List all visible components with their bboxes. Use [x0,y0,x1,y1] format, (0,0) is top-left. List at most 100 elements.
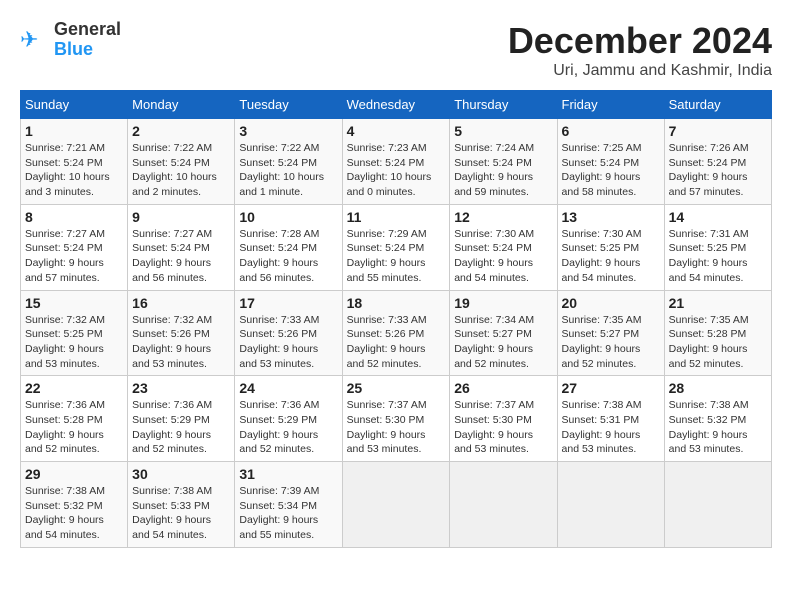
day-info: Sunrise: 7:38 AM Sunset: 5:32 PM Dayligh… [25,484,123,543]
day-cell: 23 Sunrise: 7:36 AM Sunset: 5:29 PM Dayli… [128,376,235,462]
day-cell: 3Sunrise: 7:22 AM Sunset: 5:24 PM Daylig… [235,119,342,205]
day-number: 24 [239,380,337,396]
logo: ✈ General Blue [20,20,121,60]
col-header-wednesday: Wednesday [342,91,450,119]
day-number: 23 [132,380,230,396]
day-cell [664,462,771,548]
day-number: 4 [347,123,446,139]
day-number: 15 [25,295,123,311]
day-cell: 12 Sunrise: 7:30 AM Sunset: 5:24 PM Dayli… [450,204,557,290]
day-cell: 11 Sunrise: 7:29 AM Sunset: 5:24 PM Dayli… [342,204,450,290]
day-cell: 1 Sunrise: 7:21 AM Sunset: 5:24 PM Daylig… [21,119,128,205]
day-info: Sunrise: 7:35 AM Sunset: 5:28 PM Dayligh… [669,313,767,372]
calendar-table: SundayMondayTuesdayWednesdayThursdayFrid… [20,90,772,548]
day-cell: 20 Sunrise: 7:35 AM Sunset: 5:27 PM Dayli… [557,290,664,376]
logo-line2: Blue [54,40,121,60]
day-number: 12 [454,209,552,225]
day-number: 20 [562,295,660,311]
day-number: 19 [454,295,552,311]
day-cell [342,462,450,548]
day-info: Sunrise: 7:36 AM Sunset: 5:28 PM Dayligh… [25,398,123,457]
day-number: 18 [347,295,446,311]
day-number: 17 [239,295,337,311]
col-header-saturday: Saturday [664,91,771,119]
day-info: Sunrise: 7:37 AM Sunset: 5:30 PM Dayligh… [347,398,446,457]
day-info: Sunrise: 7:35 AM Sunset: 5:27 PM Dayligh… [562,313,660,372]
day-number: 8 [25,209,123,225]
logo-line1: General [54,20,121,40]
day-number: 28 [669,380,767,396]
day-info: Sunrise: 7:34 AM Sunset: 5:27 PM Dayligh… [454,313,552,372]
day-info: Sunrise: 7:27 AM Sunset: 5:24 PM Dayligh… [132,227,230,286]
day-info: Sunrise: 7:22 AM Sunset: 5:24 PM Dayligh… [239,141,337,200]
col-header-monday: Monday [128,91,235,119]
day-number: 31 [239,466,337,482]
day-cell: 29 Sunrise: 7:38 AM Sunset: 5:32 PM Dayli… [21,462,128,548]
day-cell: 7 Sunrise: 7:26 AM Sunset: 5:24 PM Daylig… [664,119,771,205]
week-row-3: 15 Sunrise: 7:32 AM Sunset: 5:25 PM Dayli… [21,290,772,376]
page-header: ✈ General Blue December 2024 Uri, Jammu … [20,20,772,80]
week-row-2: 8 Sunrise: 7:27 AM Sunset: 5:24 PM Daylig… [21,204,772,290]
day-number: 10 [239,209,337,225]
day-info: Sunrise: 7:30 AM Sunset: 5:25 PM Dayligh… [562,227,660,286]
day-number: 21 [669,295,767,311]
day-number: 27 [562,380,660,396]
day-number: 6 [562,123,660,139]
day-info: Sunrise: 7:22 AM Sunset: 5:24 PM Dayligh… [132,141,230,200]
day-info: Sunrise: 7:38 AM Sunset: 5:33 PM Dayligh… [132,484,230,543]
col-header-friday: Friday [557,91,664,119]
day-number: 13 [562,209,660,225]
day-cell: 31 Sunrise: 7:39 AM Sunset: 5:34 PM Dayli… [235,462,342,548]
day-number: 1 [25,123,123,139]
day-cell: 2Sunrise: 7:22 AM Sunset: 5:24 PM Daylig… [128,119,235,205]
day-info: Sunrise: 7:31 AM Sunset: 5:25 PM Dayligh… [669,227,767,286]
day-cell: 27Sunrise: 7:38 AM Sunset: 5:31 PM Dayli… [557,376,664,462]
day-info: Sunrise: 7:36 AM Sunset: 5:29 PM Dayligh… [132,398,230,457]
day-cell: 9Sunrise: 7:27 AM Sunset: 5:24 PM Daylig… [128,204,235,290]
day-info: Sunrise: 7:29 AM Sunset: 5:24 PM Dayligh… [347,227,446,286]
day-cell: 21 Sunrise: 7:35 AM Sunset: 5:28 PM Dayli… [664,290,771,376]
day-number: 5 [454,123,552,139]
day-cell: 28Sunrise: 7:38 AM Sunset: 5:32 PM Dayli… [664,376,771,462]
col-header-sunday: Sunday [21,91,128,119]
day-cell: 18Sunrise: 7:33 AM Sunset: 5:26 PM Dayli… [342,290,450,376]
calendar-header: SundayMondayTuesdayWednesdayThursdayFrid… [21,91,772,119]
col-header-tuesday: Tuesday [235,91,342,119]
day-number: 11 [347,209,446,225]
day-number: 25 [347,380,446,396]
day-cell: 16 Sunrise: 7:32 AM Sunset: 5:26 PM Dayli… [128,290,235,376]
day-info: Sunrise: 7:33 AM Sunset: 5:26 PM Dayligh… [239,313,337,372]
svg-text:✈: ✈ [20,27,38,52]
day-cell: 4 Sunrise: 7:23 AM Sunset: 5:24 PM Daylig… [342,119,450,205]
day-info: Sunrise: 7:32 AM Sunset: 5:26 PM Dayligh… [132,313,230,372]
day-cell [450,462,557,548]
day-info: Sunrise: 7:37 AM Sunset: 5:30 PM Dayligh… [454,398,552,457]
week-row-1: 1 Sunrise: 7:21 AM Sunset: 5:24 PM Daylig… [21,119,772,205]
day-number: 22 [25,380,123,396]
day-cell [557,462,664,548]
day-number: 14 [669,209,767,225]
day-cell: 24 Sunrise: 7:36 AM Sunset: 5:29 PM Dayli… [235,376,342,462]
week-row-4: 22 Sunrise: 7:36 AM Sunset: 5:28 PM Dayli… [21,376,772,462]
day-number: 26 [454,380,552,396]
day-number: 16 [132,295,230,311]
day-info: Sunrise: 7:26 AM Sunset: 5:24 PM Dayligh… [669,141,767,200]
day-info: Sunrise: 7:32 AM Sunset: 5:25 PM Dayligh… [25,313,123,372]
day-info: Sunrise: 7:30 AM Sunset: 5:24 PM Dayligh… [454,227,552,286]
logo-icon: ✈ [20,25,50,55]
day-cell: 15 Sunrise: 7:32 AM Sunset: 5:25 PM Dayli… [21,290,128,376]
day-info: Sunrise: 7:39 AM Sunset: 5:34 PM Dayligh… [239,484,337,543]
day-cell: 22 Sunrise: 7:36 AM Sunset: 5:28 PM Dayli… [21,376,128,462]
location: Uri, Jammu and Kashmir, India [508,62,772,80]
day-number: 7 [669,123,767,139]
day-cell: 6Sunrise: 7:25 AM Sunset: 5:24 PM Daylig… [557,119,664,205]
day-info: Sunrise: 7:21 AM Sunset: 5:24 PM Dayligh… [25,141,123,200]
day-cell: 19 Sunrise: 7:34 AM Sunset: 5:27 PM Dayli… [450,290,557,376]
logo-text: General Blue [54,20,121,60]
day-info: Sunrise: 7:28 AM Sunset: 5:24 PM Dayligh… [239,227,337,286]
day-number: 29 [25,466,123,482]
day-cell: 30Sunrise: 7:38 AM Sunset: 5:33 PM Dayli… [128,462,235,548]
day-info: Sunrise: 7:23 AM Sunset: 5:24 PM Dayligh… [347,141,446,200]
day-info: Sunrise: 7:36 AM Sunset: 5:29 PM Dayligh… [239,398,337,457]
title-block: December 2024 Uri, Jammu and Kashmir, In… [508,20,772,80]
